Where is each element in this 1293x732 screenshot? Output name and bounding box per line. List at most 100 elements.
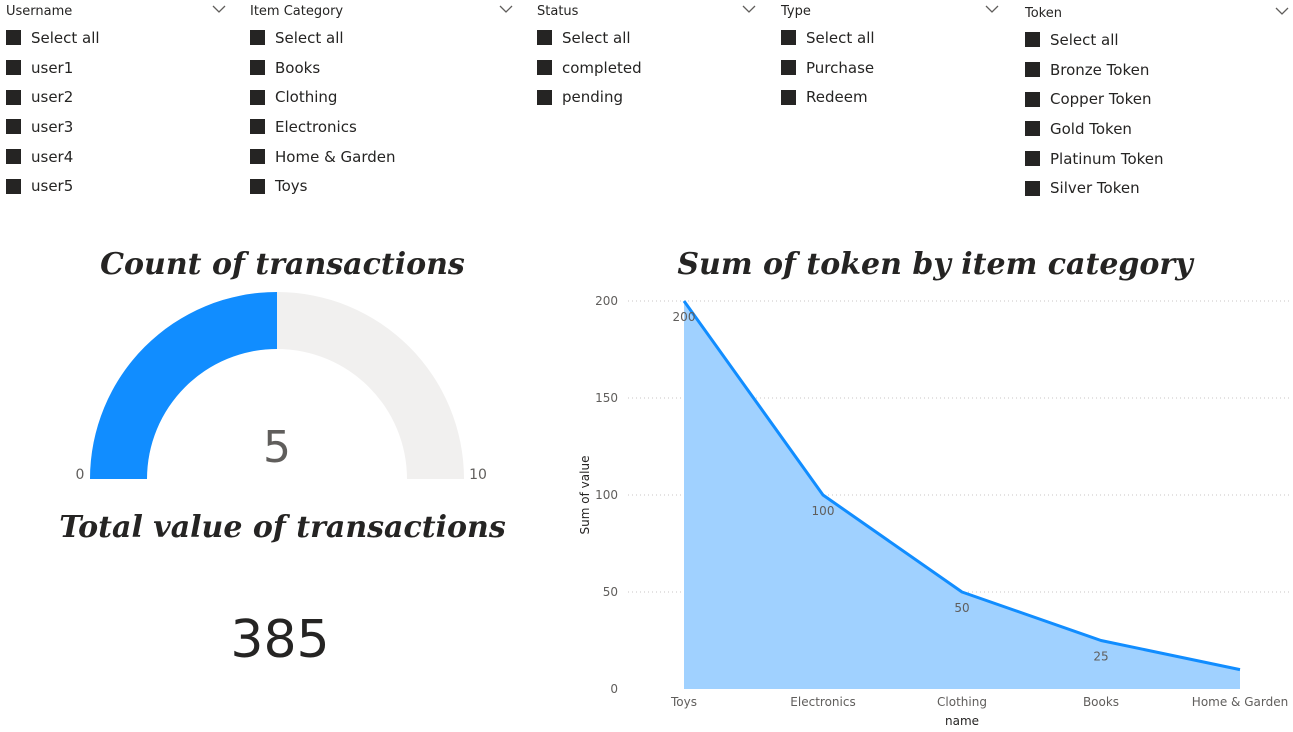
chevron-down-icon[interactable] xyxy=(499,4,513,14)
checkbox[interactable] xyxy=(537,60,552,76)
slicer-item-label: Redeem xyxy=(806,88,868,107)
slicer-item-label: Select all xyxy=(806,28,875,47)
slicer-title: Item Category xyxy=(250,4,344,19)
area-chart[interactable]: Sum of value name 0 50 100 150 200 200 100 50 25… xyxy=(570,285,1290,732)
data-point[interactable] xyxy=(1098,638,1104,644)
slicer-item-completed[interactable]: completed xyxy=(537,53,756,83)
checkbox[interactable] xyxy=(6,30,21,46)
x-tick-label: Clothing xyxy=(937,695,987,709)
checkbox[interactable] xyxy=(250,30,265,46)
checkbox[interactable] xyxy=(6,178,21,194)
slicer-token[interactable]: Token Select all Bronze Token Copper Tok… xyxy=(1025,2,1289,203)
data-label: 50 xyxy=(954,601,969,615)
checkbox[interactable] xyxy=(250,60,265,76)
checkbox[interactable] xyxy=(6,119,21,135)
slicer-header[interactable]: Status xyxy=(537,0,756,24)
checkbox[interactable] xyxy=(6,149,21,165)
checkbox[interactable] xyxy=(781,60,796,76)
slicer-item-label: user2 xyxy=(31,88,74,107)
checkbox[interactable] xyxy=(1025,62,1040,78)
checkbox[interactable] xyxy=(1025,121,1040,137)
data-point[interactable] xyxy=(681,298,687,304)
checkbox[interactable] xyxy=(781,30,796,46)
chevron-down-icon[interactable] xyxy=(212,4,226,14)
slicer-item-books[interactable]: Books xyxy=(250,53,513,83)
slicer-title: Username xyxy=(6,4,73,19)
slicer-item-redeem[interactable]: Redeem xyxy=(781,82,999,112)
slicer-item-label: Gold Token xyxy=(1050,119,1132,138)
slicer-item-copper-token[interactable]: Copper Token xyxy=(1025,84,1289,114)
checkbox[interactable] xyxy=(250,149,265,165)
slicer-item-user1[interactable]: user1 xyxy=(6,53,226,83)
checkbox[interactable] xyxy=(537,89,552,105)
slicer-item-label: Toys xyxy=(275,177,308,196)
slicer-item-user4[interactable]: user4 xyxy=(6,142,226,172)
checkbox[interactable] xyxy=(1025,180,1040,196)
slicer-item-select-all[interactable]: Select all xyxy=(6,23,226,53)
checkbox[interactable] xyxy=(1025,151,1040,167)
slicer-item-select-all[interactable]: Select all xyxy=(781,23,999,53)
slicer-item-select-all[interactable]: Select all xyxy=(537,23,756,53)
slicer-item-platinum-token[interactable]: Platinum Token xyxy=(1025,144,1289,174)
checkbox[interactable] xyxy=(781,89,796,105)
slicer-item-gold-token[interactable]: Gold Token xyxy=(1025,114,1289,144)
slicer-item-label: user3 xyxy=(31,117,74,136)
card-value: 385 xyxy=(230,610,330,670)
x-tick-label: Home & Garden xyxy=(1192,695,1288,709)
slicer-type[interactable]: Type Select all Purchase Redeem xyxy=(781,0,999,112)
slicer-status[interactable]: Status Select all completed pending xyxy=(537,0,756,112)
slicer-header[interactable]: Item Category xyxy=(250,0,513,24)
slicer-item-user2[interactable]: user2 xyxy=(6,82,226,112)
checkbox[interactable] xyxy=(1025,32,1040,48)
slicer-item-select-all[interactable]: Select all xyxy=(1025,25,1289,55)
y-tick-label: 50 xyxy=(603,585,618,599)
slicer-item-user5[interactable]: user5 xyxy=(6,171,226,201)
slicer-item-label: Silver Token xyxy=(1050,179,1140,198)
slicer-header[interactable]: Token xyxy=(1025,2,1289,26)
slicer-item-select-all[interactable]: Select all xyxy=(250,23,513,53)
y-tick-label: 200 xyxy=(595,294,618,308)
slicer-item-label: user4 xyxy=(31,147,74,166)
slicer-item-label: Home & Garden xyxy=(275,147,396,166)
checkbox[interactable] xyxy=(250,119,265,135)
checkbox[interactable] xyxy=(537,30,552,46)
checkbox[interactable] xyxy=(250,89,265,105)
slicer-item-category[interactable]: Item Category Select all Books Clothing … xyxy=(250,0,513,201)
slicer-item-label: completed xyxy=(562,58,642,77)
gauge-fill xyxy=(90,292,277,479)
slicer-username[interactable]: Username Select all user1 user2 user3 us… xyxy=(6,0,226,201)
slicer-item-label: Select all xyxy=(275,28,344,47)
slicer-item-label: Purchase xyxy=(806,58,875,77)
slicer-header[interactable]: Username xyxy=(6,0,226,24)
checkbox[interactable] xyxy=(250,178,265,194)
slicer-item-pending[interactable]: pending xyxy=(537,82,756,112)
chevron-down-icon[interactable] xyxy=(742,4,756,14)
x-tick-label: Electronics xyxy=(790,695,855,709)
chevron-down-icon[interactable] xyxy=(985,4,999,14)
chevron-down-icon[interactable] xyxy=(1275,6,1289,16)
data-point[interactable] xyxy=(820,492,826,498)
y-tick-label: 100 xyxy=(595,488,618,502)
slicer-items: Select all Purchase Redeem xyxy=(781,23,999,112)
y-tick-label: 150 xyxy=(595,391,618,405)
slicer-item-bronze-token[interactable]: Bronze Token xyxy=(1025,55,1289,85)
checkbox[interactable] xyxy=(6,89,21,105)
slicer-item-electronics[interactable]: Electronics xyxy=(250,112,513,142)
checkbox[interactable] xyxy=(1025,91,1040,107)
slicer-item-label: Select all xyxy=(562,28,631,47)
slicer-items: Select all Bronze Token Copper Token Gol… xyxy=(1025,25,1289,203)
slicer-item-silver-token[interactable]: Silver Token xyxy=(1025,173,1289,203)
slicer-item-label: user1 xyxy=(31,58,74,77)
slicer-item-label: pending xyxy=(562,88,623,107)
slicer-header[interactable]: Type xyxy=(781,0,999,24)
slicer-item-purchase[interactable]: Purchase xyxy=(781,53,999,83)
slicer-item-clothing[interactable]: Clothing xyxy=(250,82,513,112)
slicer-item-home-garden[interactable]: Home & Garden xyxy=(250,142,513,172)
card-title: Total value of transactions xyxy=(59,510,506,545)
slicer-item-user3[interactable]: user3 xyxy=(6,112,226,142)
data-point[interactable] xyxy=(959,589,965,595)
checkbox[interactable] xyxy=(6,60,21,76)
slicer-item-toys[interactable]: Toys xyxy=(250,171,513,201)
gauge[interactable]: 5 0 10 xyxy=(0,285,560,490)
data-point[interactable] xyxy=(1237,667,1243,673)
